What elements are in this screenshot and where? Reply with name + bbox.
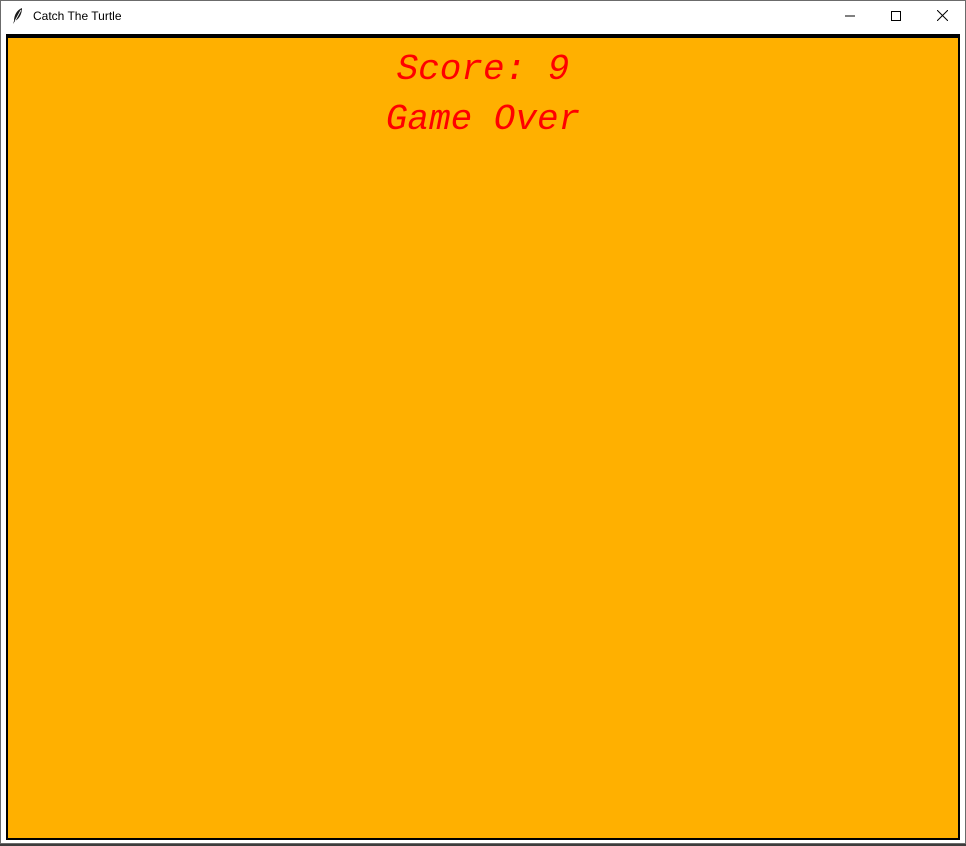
minimize-button[interactable] (827, 1, 873, 32)
close-button[interactable] (919, 1, 965, 32)
minimize-icon (845, 8, 855, 26)
title-bar[interactable]: Catch The Turtle (1, 1, 965, 32)
score-label: Score: 9 (396, 49, 570, 90)
maximize-button[interactable] (873, 1, 919, 32)
close-icon (936, 8, 948, 26)
game-canvas[interactable]: Score: 9 Game Over (8, 38, 958, 838)
window-title: Catch The Turtle (33, 9, 122, 23)
game-over-label: Game Over (385, 99, 581, 140)
canvas-frame: Score: 9 Game Over (6, 34, 960, 840)
feather-icon (11, 7, 25, 25)
maximize-icon (891, 8, 901, 26)
app-window: Catch The Turtle Score: 9 Game Over (0, 0, 966, 844)
